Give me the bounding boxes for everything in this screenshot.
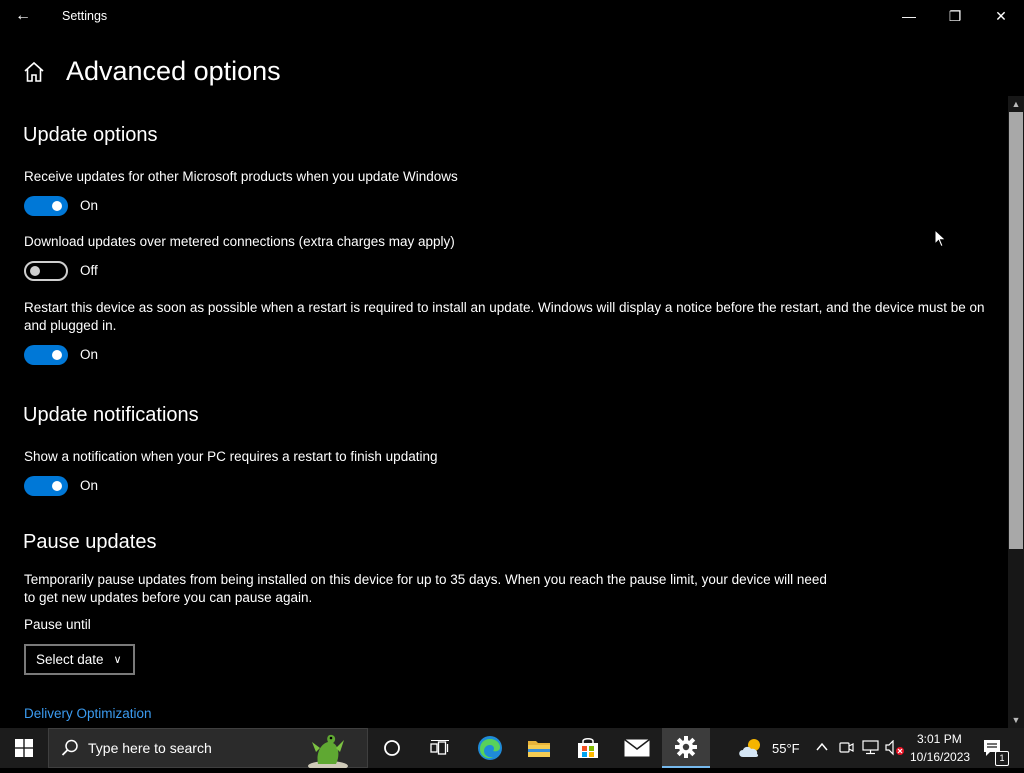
setting-label-metered: Download updates over metered connection… [24, 234, 455, 249]
weather-temperature[interactable]: 55°F [772, 741, 800, 756]
settings-gear-icon[interactable] [662, 728, 710, 768]
toggle-metered[interactable] [24, 261, 68, 281]
clock-date[interactable]: 10/16/2023 [910, 750, 970, 764]
toggle-state-label: On [80, 347, 99, 362]
clock-time[interactable]: 3:01 PM [917, 732, 962, 746]
volume-muted-icon[interactable] [885, 739, 905, 759]
mouse-cursor [934, 228, 947, 253]
back-button[interactable]: ← [10, 4, 36, 28]
toggle-other-products[interactable] [24, 196, 68, 216]
restore-button[interactable]: ❐ [932, 0, 978, 32]
pause-updates-heading: Pause updates [23, 531, 157, 553]
setting-label-other-products: Receive updates for other Microsoft prod… [24, 169, 458, 184]
weather-icon[interactable] [736, 728, 766, 768]
select-value: Select date [36, 652, 104, 667]
store-icon[interactable] [564, 728, 612, 768]
home-icon[interactable] [22, 60, 46, 84]
search-placeholder: Type here to search [88, 740, 212, 756]
page-title: Advanced options [66, 56, 281, 86]
setting-label-restart-notification: Show a notification when your PC require… [24, 449, 438, 464]
edge-icon[interactable] [466, 728, 514, 768]
mail-icon[interactable] [613, 728, 661, 768]
chevron-down-icon: ∨ [113, 654, 122, 666]
cortana-icon[interactable] [368, 728, 416, 768]
scroll-up-button[interactable]: ▲ [1008, 97, 1024, 111]
toggle-restart-notification[interactable] [24, 476, 68, 496]
scrollbar-thumb[interactable] [1009, 112, 1023, 549]
toggle-state-label: On [80, 478, 99, 493]
search-icon [61, 739, 79, 762]
toggle-state-label: On [80, 198, 99, 213]
pause-until-label: Pause until [24, 617, 91, 632]
update-options-heading: Update options [23, 124, 158, 146]
delivery-optimization-link[interactable]: Delivery Optimization [24, 706, 152, 721]
pause-updates-description: Temporarily pause updates from being ins… [24, 572, 827, 605]
pause-date-select[interactable]: Select date ∨ [24, 644, 135, 675]
setting-label-restart-asap: Restart this device as soon as possible … [24, 300, 985, 333]
file-explorer-icon[interactable] [515, 728, 563, 768]
close-button[interactable]: ✕ [978, 0, 1024, 32]
meet-now-icon[interactable] [839, 740, 854, 758]
minimize-button[interactable]: — [886, 0, 932, 32]
windows-start-icon[interactable] [0, 728, 48, 768]
search-highlight-dragon-icon [306, 730, 350, 773]
update-notifications-heading: Update notifications [23, 404, 199, 426]
chevron-up-icon[interactable] [815, 740, 829, 757]
toggle-restart-asap[interactable] [24, 345, 68, 365]
toggle-state-label: Off [80, 263, 98, 278]
network-icon[interactable] [862, 740, 879, 758]
notification-count-badge: 1 [995, 751, 1009, 766]
scroll-down-button[interactable]: ▼ [1008, 713, 1024, 727]
window-title: Settings [62, 9, 108, 23]
task-view-icon[interactable] [416, 728, 464, 768]
title-bar: ← Settings — ❐ ✕ [0, 0, 1024, 32]
